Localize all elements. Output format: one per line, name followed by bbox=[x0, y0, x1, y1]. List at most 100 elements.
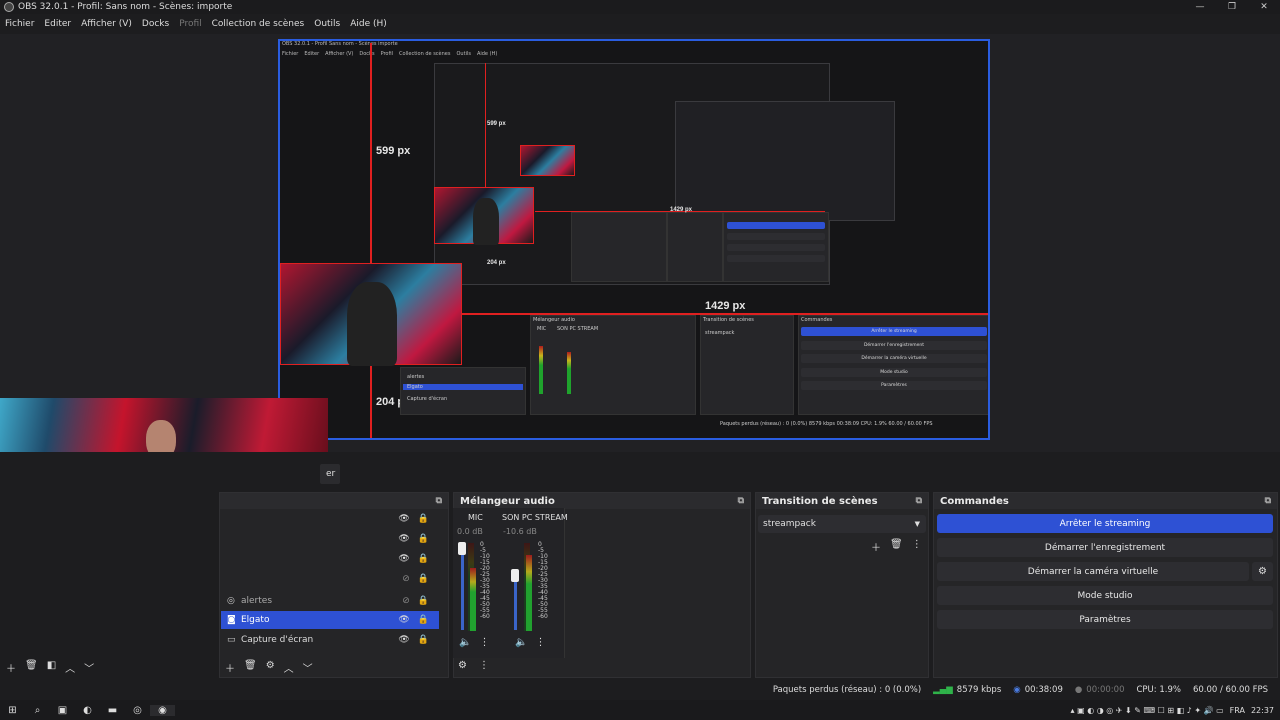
dimension-label-204-nested: 204 px bbox=[487, 260, 506, 266]
camera-icon: ◙ bbox=[227, 615, 236, 625]
clock[interactable]: 22:37 bbox=[1251, 706, 1274, 715]
eye-icon[interactable]: 👁 bbox=[398, 514, 409, 524]
transition-toolbar: ＋ 🗑 ⋮ bbox=[871, 539, 922, 554]
language-indicator[interactable]: FRA bbox=[1230, 706, 1245, 715]
dock-float-icon[interactable]: ⧉ bbox=[916, 496, 922, 506]
bitrate-value: 8579 kbps bbox=[956, 685, 1002, 695]
scene-down-button[interactable]: ﹀ bbox=[84, 660, 94, 675]
maximize-button[interactable]: ❐ bbox=[1216, 0, 1248, 14]
settings-button[interactable]: Paramètres bbox=[937, 610, 1273, 629]
mixer-menu-icon[interactable]: ⋮ bbox=[479, 660, 489, 671]
stop-streaming-button[interactable]: Arrêter le streaming bbox=[937, 514, 1273, 533]
guide-line-nested bbox=[485, 63, 486, 188]
mixer-db-mic: 0.0 dB bbox=[457, 527, 483, 536]
add-source-button[interactable]: ＋ bbox=[225, 660, 235, 675]
dock-float-icon[interactable]: ⧉ bbox=[436, 496, 442, 506]
eye-hidden-icon[interactable]: ⊘ bbox=[402, 596, 410, 606]
menu-editer[interactable]: Editer bbox=[39, 16, 76, 32]
mini-mic-label: MIC bbox=[537, 326, 547, 332]
son-volume-slider[interactable] bbox=[511, 569, 519, 582]
advanced-audio-icon[interactable]: ⚙ bbox=[458, 660, 467, 671]
elgato-camera-source[interactable] bbox=[280, 263, 462, 366]
obs-taskbar-icon[interactable]: ◉ bbox=[150, 704, 175, 716]
studio-mode-button[interactable]: Mode studio bbox=[937, 586, 1273, 605]
lock-icon[interactable]: 🔒 bbox=[418, 554, 429, 564]
mixer-dock-header: Mélangeur audio ⧉ bbox=[454, 493, 750, 509]
lock-icon[interactable]: 🔒 bbox=[418, 574, 429, 584]
globe-icon: ◎ bbox=[227, 596, 235, 606]
stream-timer: ◉ 00:38:09 bbox=[1013, 685, 1063, 695]
source-settings-button[interactable]: ⚙ bbox=[266, 660, 275, 675]
start-recording-button[interactable]: Démarrer l'enregistrement bbox=[937, 538, 1273, 557]
tray-icons[interactable]: ▴ ▣ ◐ ◑ ◎ ✈ ⬇ ✎ ⌨ ☐ ⊞ ◧ ♪ ✦ 🔊 ▭ bbox=[1071, 706, 1224, 715]
dock-float-icon[interactable]: ⧉ bbox=[738, 496, 744, 506]
dock-float-icon[interactable]: ⧉ bbox=[1265, 496, 1271, 506]
mini-menu-item: Outils bbox=[456, 51, 471, 57]
eye-icon[interactable]: 👁 bbox=[398, 534, 409, 544]
mini-commands-title: Commandes bbox=[801, 317, 833, 323]
eye-hidden-icon[interactable]: ⊘ bbox=[402, 574, 410, 584]
menu-docks[interactable]: Docks bbox=[137, 16, 174, 32]
source-item-capture[interactable]: ▭ Capture d'écran 👁 🔒 bbox=[221, 631, 439, 649]
source-item-alertes[interactable]: ◎ alertes ⊘ 🔒 bbox=[221, 592, 439, 610]
edge-icon[interactable]: ◐ bbox=[75, 705, 100, 716]
menu-collection[interactable]: Collection de scènes bbox=[207, 16, 310, 32]
menu-fichier[interactable]: Fichier bbox=[0, 16, 39, 32]
transition-select[interactable]: streampack ▼ bbox=[758, 515, 926, 533]
mic-mute-icon[interactable]: 🔈 bbox=[459, 637, 471, 648]
son-mute-icon[interactable]: 🔈 bbox=[515, 637, 527, 648]
transition-menu-button[interactable]: ⋮ bbox=[912, 539, 922, 554]
scene-up-button[interactable]: ︿ bbox=[65, 660, 75, 675]
menu-profil[interactable]: Profil bbox=[174, 16, 206, 32]
remove-source-button[interactable]: 🗑 bbox=[244, 660, 257, 675]
virtual-camera-settings-gear-icon[interactable]: ⚙ bbox=[1252, 562, 1273, 581]
nested-stream-button bbox=[727, 222, 825, 229]
chrome-icon[interactable]: ◎ bbox=[125, 705, 150, 716]
eye-icon[interactable]: 👁 bbox=[398, 635, 409, 645]
son-menu-icon[interactable]: ⋮ bbox=[535, 637, 545, 648]
source-label: alertes bbox=[241, 596, 273, 606]
mic-menu-icon[interactable]: ⋮ bbox=[479, 637, 489, 648]
mini-meter-mic bbox=[539, 346, 543, 394]
add-scene-button[interactable]: ＋ bbox=[6, 660, 16, 675]
folder-icon[interactable]: ▬ bbox=[100, 705, 125, 716]
windows-start-icon[interactable]: ⊞ bbox=[0, 705, 25, 716]
store-icon[interactable]: ▣ bbox=[50, 705, 75, 716]
mini-mixer-title: Mélangeur audio bbox=[533, 317, 575, 323]
lock-icon[interactable]: 🔒 bbox=[418, 596, 429, 606]
remove-transition-button[interactable]: 🗑 bbox=[890, 539, 903, 554]
search-icon[interactable]: ⌕ bbox=[25, 705, 50, 716]
menu-outils[interactable]: Outils bbox=[309, 16, 345, 32]
eye-icon[interactable]: 👁 bbox=[398, 554, 409, 564]
lock-icon[interactable]: 🔒 bbox=[418, 534, 429, 544]
lock-icon[interactable]: 🔒 bbox=[418, 514, 429, 524]
lock-icon[interactable]: 🔒 bbox=[418, 615, 429, 625]
sources-list-hidden-rows: 👁 🔒 👁 🔒 👁 🔒 ⊘ 🔒 bbox=[221, 510, 439, 594]
move-down-button[interactable]: ﹀ bbox=[303, 660, 313, 675]
start-virtual-camera-button[interactable]: Démarrer la caméra virtuelle bbox=[937, 562, 1249, 581]
eye-icon[interactable]: 👁 bbox=[398, 615, 409, 625]
scenes-tab-partial[interactable]: er bbox=[320, 464, 340, 484]
nested-studio-button bbox=[727, 255, 825, 262]
son-meter-scale: 0 -5 -10 -15 -20 -25 -30 -35 -40 -45 -50 -55 -60 bbox=[538, 542, 548, 620]
menu-aide[interactable]: Aide (H) bbox=[345, 16, 392, 32]
minimize-button[interactable]: — bbox=[1184, 0, 1216, 14]
mixer-channel-name-son: SON PC STREAM bbox=[502, 513, 568, 522]
mic-volume-slider[interactable] bbox=[458, 542, 466, 555]
commands-dock-header: Commandes ⧉ bbox=[934, 493, 1277, 509]
mini-stream-button: Arrêter le streaming bbox=[801, 327, 987, 336]
add-transition-button[interactable]: ＋ bbox=[871, 539, 881, 554]
son-volume-track[interactable] bbox=[514, 578, 517, 630]
person-figure bbox=[347, 282, 397, 366]
close-button[interactable]: ✕ bbox=[1248, 0, 1280, 14]
mic-volume-track[interactable] bbox=[461, 548, 464, 630]
menu-afficher[interactable]: Afficher (V) bbox=[76, 16, 137, 32]
mini-sources-panel: alertes Elgato Capture d'écran bbox=[400, 367, 526, 415]
source-item-elgato[interactable]: ◙ Elgato 👁 🔒 bbox=[221, 611, 439, 629]
preview-canvas[interactable]: OBS 32.0.1 - Profil Sans nom - Scènes im… bbox=[278, 39, 990, 440]
mic-meter-scale: 0 -5 -10 -15 -20 -25 -30 -35 -40 -45 -50 -55 -60 bbox=[480, 542, 490, 620]
move-up-button[interactable]: ︿ bbox=[284, 660, 294, 675]
scene-filters-button[interactable]: ◧ bbox=[47, 660, 56, 675]
lock-icon[interactable]: 🔒 bbox=[418, 635, 429, 645]
remove-scene-button[interactable]: 🗑 bbox=[25, 660, 38, 675]
